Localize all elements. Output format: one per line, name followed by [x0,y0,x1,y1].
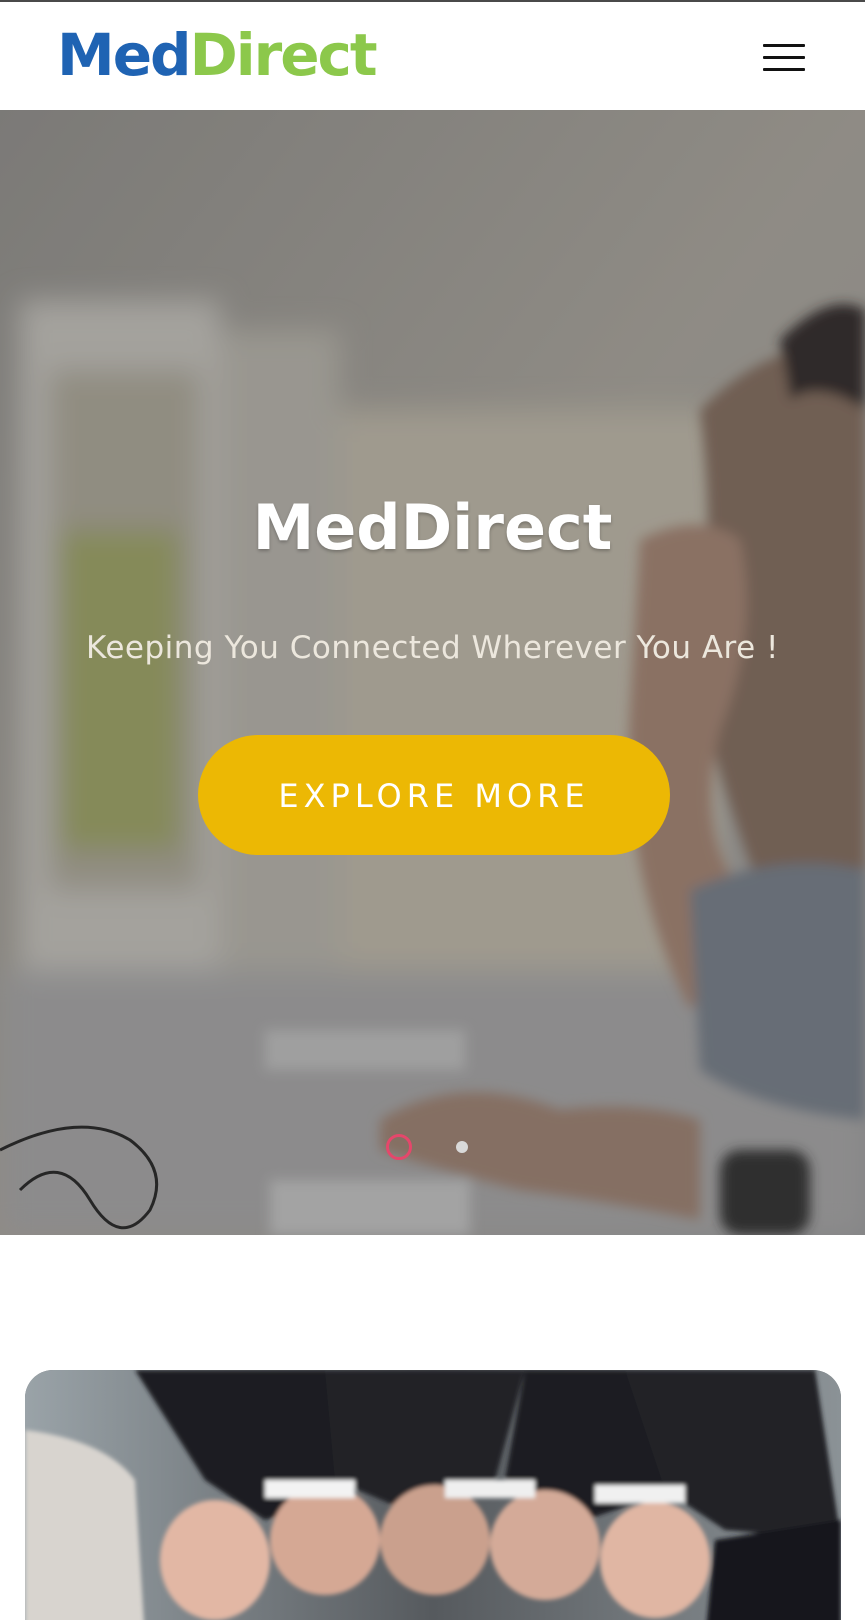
slide-dot-1-active[interactable] [386,1134,412,1160]
logo-text-med: Med [57,21,192,89]
menu-bar-top [763,44,805,47]
hero-title: MedDirect [252,491,613,564]
slider-pagination [0,1132,865,1162]
logo-text-direct: Direct [189,21,378,89]
menu-bar-middle [763,56,805,59]
hero-slider: MedDirect Keeping You Connected Wherever… [0,110,865,1235]
hero-subtitle: Keeping You Connected Wherever You Are ! [86,630,779,666]
teamwork-image-card [25,1370,841,1620]
slide-dot-2[interactable] [456,1141,468,1153]
teamwork-fist-bump-image [25,1370,841,1620]
hamburger-menu-icon[interactable] [760,40,808,74]
explore-more-button[interactable]: EXPLORE MORE [198,735,670,855]
hero-dark-overlay [0,110,865,1235]
site-header: MedDirect [0,0,865,110]
menu-bar-bottom [763,68,805,71]
page: MedDirect MedDirect Keeping You Connecte… [0,0,865,1620]
site-logo[interactable]: MedDirect [57,20,378,90]
